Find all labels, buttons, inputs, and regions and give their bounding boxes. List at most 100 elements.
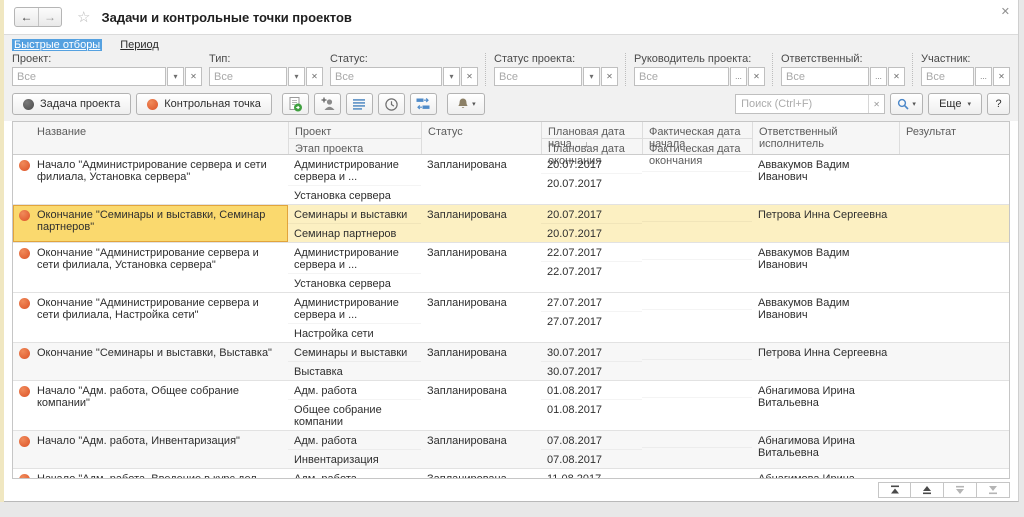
- row-responsible[interactable]: Аввакумов Вадим Иванович: [752, 155, 899, 204]
- row-responsible[interactable]: Аввакумов Вадим Иванович: [752, 293, 899, 342]
- row-result[interactable]: [899, 381, 1009, 430]
- header-project[interactable]: Проект: [289, 122, 421, 138]
- header-plan-dates[interactable]: Плановая дата нача...↓ Плановая дата око…: [541, 122, 642, 154]
- row-result[interactable]: [899, 431, 1009, 468]
- filter-input[interactable]: Все: [494, 67, 582, 86]
- row-name-cell[interactable]: Окончание "Администрирование сервера и с…: [13, 293, 288, 342]
- forward-button[interactable]: →: [38, 8, 61, 26]
- tab-period[interactable]: Период: [118, 39, 161, 51]
- filter-clear-button[interactable]: ✕: [993, 67, 1010, 86]
- table-row[interactable]: Начало "Администрирование сервера и сети…: [13, 155, 1009, 205]
- row-fact-dates-cell[interactable]: [642, 343, 752, 380]
- row-responsible[interactable]: Петрова Инна Сергеевна: [752, 205, 899, 242]
- table-row[interactable]: Окончание "Семинары и выставки, Семинар …: [13, 205, 1009, 243]
- row-status[interactable]: Запланирована: [421, 243, 541, 292]
- filter-input[interactable]: Все: [781, 67, 869, 86]
- tab-quick-filters[interactable]: Быстрые отборы: [12, 39, 102, 51]
- filter-clear-button[interactable]: ✕: [601, 67, 618, 86]
- table-row[interactable]: Начало "Адм. работа, Общее собрание комп…: [13, 381, 1009, 431]
- row-plan-dates-cell[interactable]: 11.08.2017 11.08.2017: [541, 469, 642, 478]
- scroll-down-button[interactable]: [944, 482, 977, 498]
- scroll-up-button[interactable]: [911, 482, 944, 498]
- table-row[interactable]: Начало "Адм. работа, Инвентаризация" Адм…: [13, 431, 1009, 469]
- row-fact-dates-cell[interactable]: [642, 205, 752, 242]
- header-status[interactable]: Статус: [421, 122, 541, 154]
- header-project-stage[interactable]: Проект Этап проекта: [288, 122, 421, 154]
- reminder-button[interactable]: ▾: [447, 93, 485, 115]
- milestone-button[interactable]: Контрольная точка: [136, 93, 272, 115]
- assign-performer-button[interactable]: [314, 93, 341, 115]
- header-fact-dates[interactable]: Фактическая дата начала Фактическая дата…: [642, 122, 752, 154]
- row-fact-dates-cell[interactable]: [642, 155, 752, 204]
- row-status[interactable]: Запланирована: [421, 205, 541, 242]
- filter-picker-button[interactable]: ...: [870, 67, 887, 86]
- favorite-star-icon[interactable]: ☆: [77, 10, 90, 25]
- row-fact-dates-cell[interactable]: [642, 381, 752, 430]
- row-status[interactable]: Запланирована: [421, 155, 541, 204]
- close-icon[interactable]: ✕: [1001, 7, 1010, 18]
- filter-input[interactable]: Все: [330, 67, 442, 86]
- row-status[interactable]: Запланирована: [421, 381, 541, 430]
- header-plan-start[interactable]: Плановая дата нача...↓: [542, 122, 642, 138]
- row-result[interactable]: [899, 293, 1009, 342]
- header-stage[interactable]: Этап проекта: [289, 138, 421, 154]
- search-input[interactable]: Поиск (Ctrl+F): [736, 95, 868, 113]
- row-status[interactable]: Запланирована: [421, 293, 541, 342]
- filter-clear-button[interactable]: ✕: [888, 67, 905, 86]
- filter-input[interactable]: Все: [921, 67, 974, 86]
- filter-picker-button[interactable]: ...: [730, 67, 747, 86]
- table-row[interactable]: Окончание "Семинары и выставки, Выставка…: [13, 343, 1009, 381]
- filter-clear-button[interactable]: ✕: [748, 67, 765, 86]
- row-project-cell[interactable]: Адм. работа Общее собрание компании: [288, 381, 421, 430]
- help-button[interactable]: ?: [987, 93, 1010, 115]
- filter-input[interactable]: Все: [209, 67, 287, 86]
- row-plan-dates-cell[interactable]: 30.07.2017 30.07.2017: [541, 343, 642, 380]
- filter-picker-button[interactable]: ...: [975, 67, 992, 86]
- filter-picker-button[interactable]: ▾: [443, 67, 460, 86]
- row-status[interactable]: Запланирована: [421, 431, 541, 468]
- row-fact-dates-cell[interactable]: [642, 243, 752, 292]
- row-project-cell[interactable]: Семинары и выставки Выставка: [288, 343, 421, 380]
- row-result[interactable]: [899, 155, 1009, 204]
- row-result[interactable]: [899, 469, 1009, 478]
- scroll-bottom-button[interactable]: [977, 482, 1010, 498]
- filter-clear-button[interactable]: ✕: [306, 67, 323, 86]
- table-row[interactable]: Начало "Адм. работа, Введение в курс дел…: [13, 469, 1009, 478]
- filter-input[interactable]: Все: [12, 67, 166, 86]
- row-project-cell[interactable]: Адм. работа Инвентаризация: [288, 431, 421, 468]
- row-result[interactable]: [899, 243, 1009, 292]
- table-row[interactable]: Окончание "Администрирование сервера и с…: [13, 243, 1009, 293]
- row-project-cell[interactable]: Семинары и выставки Семинар партнеров: [288, 205, 421, 242]
- row-project-cell[interactable]: Адм. работа Введение в курс дел нового с…: [288, 469, 421, 478]
- row-plan-dates-cell[interactable]: 20.07.2017 20.07.2017: [541, 155, 642, 204]
- create-based-on-button[interactable]: [282, 93, 309, 115]
- row-plan-dates-cell[interactable]: 01.08.2017 01.08.2017: [541, 381, 642, 430]
- row-name-cell[interactable]: Начало "Адм. работа, Общее собрание комп…: [13, 381, 288, 430]
- filter-picker-button[interactable]: ▾: [167, 67, 184, 86]
- row-name-cell[interactable]: Начало "Администрирование сервера и сети…: [13, 155, 288, 204]
- header-fact-start[interactable]: Фактическая дата начала: [643, 122, 752, 138]
- back-button[interactable]: ←: [15, 8, 38, 26]
- row-name-cell[interactable]: Окончание "Администрирование сервера и с…: [13, 243, 288, 292]
- filter-input[interactable]: Все: [634, 67, 729, 86]
- row-responsible[interactable]: Абнагимова Ирина Витальевна: [752, 381, 899, 430]
- header-responsible[interactable]: Ответственный исполнитель: [752, 122, 899, 154]
- filter-clear-button[interactable]: ✕: [461, 67, 478, 86]
- gantt-chart-button[interactable]: [410, 93, 437, 115]
- row-responsible[interactable]: Аввакумов Вадим Иванович: [752, 243, 899, 292]
- row-name-cell[interactable]: Начало "Адм. работа, Введение в курс дел…: [13, 469, 288, 478]
- row-name-cell[interactable]: Окончание "Семинары и выставки, Выставка…: [13, 343, 288, 380]
- header-name[interactable]: Название: [13, 122, 288, 154]
- search-clear-button[interactable]: ✕: [868, 95, 884, 113]
- row-name-cell[interactable]: Окончание "Семинары и выставки, Семинар …: [13, 205, 288, 242]
- more-button[interactable]: Еще ▾: [928, 93, 982, 115]
- row-status[interactable]: Запланирована: [421, 343, 541, 380]
- filter-clear-button[interactable]: ✕: [185, 67, 202, 86]
- row-responsible[interactable]: Абнагимова Ирина Витальевна: [752, 469, 899, 478]
- row-plan-dates-cell[interactable]: 27.07.2017 27.07.2017: [541, 293, 642, 342]
- row-status[interactable]: Запланирована: [421, 469, 541, 478]
- header-result[interactable]: Результат: [899, 122, 1009, 154]
- row-name-cell[interactable]: Начало "Адм. работа, Инвентаризация": [13, 431, 288, 468]
- filter-picker-button[interactable]: ▾: [583, 67, 600, 86]
- row-plan-dates-cell[interactable]: 07.08.2017 07.08.2017: [541, 431, 642, 468]
